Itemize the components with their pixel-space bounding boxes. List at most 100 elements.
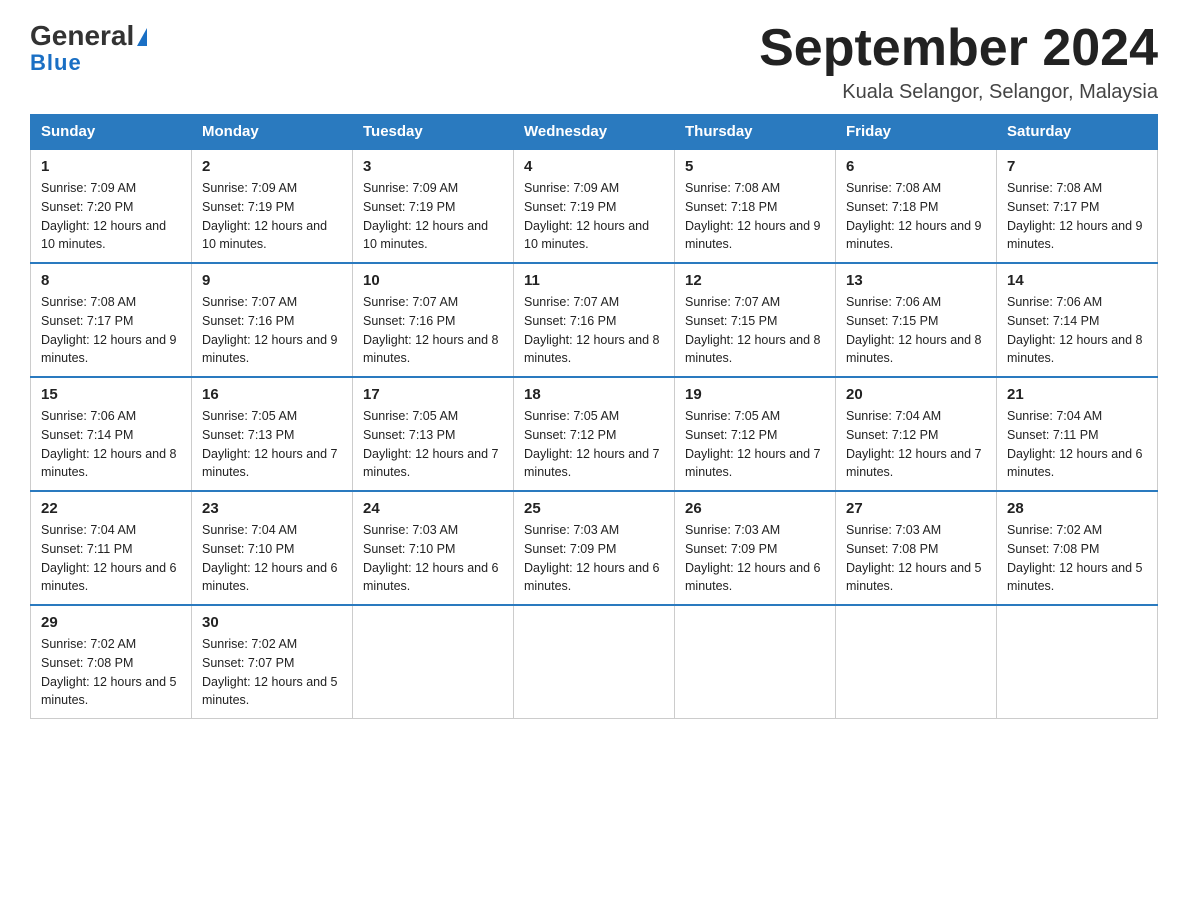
day-info: Sunrise: 7:06 AMSunset: 7:14 PMDaylight:… [1007, 295, 1143, 365]
calendar-day-cell: 19 Sunrise: 7:05 AMSunset: 7:12 PMDaylig… [675, 377, 836, 491]
day-info: Sunrise: 7:03 AMSunset: 7:08 PMDaylight:… [846, 523, 982, 593]
calendar-day-cell [675, 605, 836, 719]
weekday-header-wednesday: Wednesday [514, 115, 675, 150]
logo-general-text: General [30, 20, 134, 52]
day-number: 22 [41, 500, 181, 517]
day-number: 5 [685, 158, 825, 175]
day-info: Sunrise: 7:07 AMSunset: 7:16 PMDaylight:… [202, 295, 338, 365]
location-subtitle: Kuala Selangor, Selangor, Malaysia [759, 81, 1158, 104]
weekday-header-monday: Monday [192, 115, 353, 150]
day-info: Sunrise: 7:09 AMSunset: 7:19 PMDaylight:… [363, 181, 488, 251]
calendar-day-cell [997, 605, 1158, 719]
day-info: Sunrise: 7:05 AMSunset: 7:12 PMDaylight:… [524, 409, 660, 479]
calendar-day-cell: 20 Sunrise: 7:04 AMSunset: 7:12 PMDaylig… [836, 377, 997, 491]
calendar-day-cell: 22 Sunrise: 7:04 AMSunset: 7:11 PMDaylig… [31, 491, 192, 605]
calendar-day-cell: 5 Sunrise: 7:08 AMSunset: 7:18 PMDayligh… [675, 149, 836, 263]
calendar-week-4: 22 Sunrise: 7:04 AMSunset: 7:11 PMDaylig… [31, 491, 1158, 605]
calendar-day-cell: 4 Sunrise: 7:09 AMSunset: 7:19 PMDayligh… [514, 149, 675, 263]
day-number: 11 [524, 272, 664, 289]
day-number: 20 [846, 386, 986, 403]
calendar-week-1: 1 Sunrise: 7:09 AMSunset: 7:20 PMDayligh… [31, 149, 1158, 263]
calendar-day-cell: 16 Sunrise: 7:05 AMSunset: 7:13 PMDaylig… [192, 377, 353, 491]
day-info: Sunrise: 7:02 AMSunset: 7:08 PMDaylight:… [41, 637, 177, 707]
day-number: 2 [202, 158, 342, 175]
day-number: 24 [363, 500, 503, 517]
day-info: Sunrise: 7:05 AMSunset: 7:13 PMDaylight:… [363, 409, 499, 479]
calendar-day-cell: 8 Sunrise: 7:08 AMSunset: 7:17 PMDayligh… [31, 263, 192, 377]
day-number: 27 [846, 500, 986, 517]
day-number: 25 [524, 500, 664, 517]
day-info: Sunrise: 7:02 AMSunset: 7:07 PMDaylight:… [202, 637, 338, 707]
calendar-day-cell: 23 Sunrise: 7:04 AMSunset: 7:10 PMDaylig… [192, 491, 353, 605]
day-info: Sunrise: 7:07 AMSunset: 7:15 PMDaylight:… [685, 295, 821, 365]
calendar-week-3: 15 Sunrise: 7:06 AMSunset: 7:14 PMDaylig… [31, 377, 1158, 491]
title-area: September 2024 Kuala Selangor, Selangor,… [759, 20, 1158, 104]
calendar-day-cell [353, 605, 514, 719]
logo-triangle-icon [137, 28, 147, 46]
day-info: Sunrise: 7:05 AMSunset: 7:13 PMDaylight:… [202, 409, 338, 479]
day-number: 14 [1007, 272, 1147, 289]
day-info: Sunrise: 7:07 AMSunset: 7:16 PMDaylight:… [363, 295, 499, 365]
weekday-header-thursday: Thursday [675, 115, 836, 150]
page-header: General Blue September 2024 Kuala Selang… [30, 20, 1158, 104]
day-number: 16 [202, 386, 342, 403]
day-number: 18 [524, 386, 664, 403]
calendar-day-cell: 26 Sunrise: 7:03 AMSunset: 7:09 PMDaylig… [675, 491, 836, 605]
day-info: Sunrise: 7:04 AMSunset: 7:11 PMDaylight:… [1007, 409, 1143, 479]
calendar-day-cell: 21 Sunrise: 7:04 AMSunset: 7:11 PMDaylig… [997, 377, 1158, 491]
day-info: Sunrise: 7:06 AMSunset: 7:14 PMDaylight:… [41, 409, 177, 479]
day-info: Sunrise: 7:09 AMSunset: 7:20 PMDaylight:… [41, 181, 166, 251]
day-number: 21 [1007, 386, 1147, 403]
calendar-day-cell: 27 Sunrise: 7:03 AMSunset: 7:08 PMDaylig… [836, 491, 997, 605]
calendar-day-cell [836, 605, 997, 719]
day-info: Sunrise: 7:05 AMSunset: 7:12 PMDaylight:… [685, 409, 821, 479]
calendar-day-cell: 2 Sunrise: 7:09 AMSunset: 7:19 PMDayligh… [192, 149, 353, 263]
calendar-day-cell: 13 Sunrise: 7:06 AMSunset: 7:15 PMDaylig… [836, 263, 997, 377]
day-info: Sunrise: 7:09 AMSunset: 7:19 PMDaylight:… [202, 181, 327, 251]
calendar-week-2: 8 Sunrise: 7:08 AMSunset: 7:17 PMDayligh… [31, 263, 1158, 377]
day-number: 9 [202, 272, 342, 289]
day-info: Sunrise: 7:07 AMSunset: 7:16 PMDaylight:… [524, 295, 660, 365]
day-number: 29 [41, 614, 181, 631]
day-info: Sunrise: 7:09 AMSunset: 7:19 PMDaylight:… [524, 181, 649, 251]
calendar-day-cell: 17 Sunrise: 7:05 AMSunset: 7:13 PMDaylig… [353, 377, 514, 491]
day-info: Sunrise: 7:06 AMSunset: 7:15 PMDaylight:… [846, 295, 982, 365]
day-info: Sunrise: 7:08 AMSunset: 7:18 PMDaylight:… [846, 181, 982, 251]
day-number: 7 [1007, 158, 1147, 175]
calendar-day-cell: 29 Sunrise: 7:02 AMSunset: 7:08 PMDaylig… [31, 605, 192, 719]
day-number: 6 [846, 158, 986, 175]
calendar-day-cell: 12 Sunrise: 7:07 AMSunset: 7:15 PMDaylig… [675, 263, 836, 377]
weekday-header-friday: Friday [836, 115, 997, 150]
weekday-header-sunday: Sunday [31, 115, 192, 150]
day-info: Sunrise: 7:08 AMSunset: 7:17 PMDaylight:… [1007, 181, 1143, 251]
calendar-day-cell: 25 Sunrise: 7:03 AMSunset: 7:09 PMDaylig… [514, 491, 675, 605]
weekday-header-saturday: Saturday [997, 115, 1158, 150]
day-info: Sunrise: 7:03 AMSunset: 7:09 PMDaylight:… [524, 523, 660, 593]
calendar-day-cell: 10 Sunrise: 7:07 AMSunset: 7:16 PMDaylig… [353, 263, 514, 377]
day-info: Sunrise: 7:04 AMSunset: 7:12 PMDaylight:… [846, 409, 982, 479]
day-number: 17 [363, 386, 503, 403]
logo: General Blue [30, 20, 147, 76]
day-number: 1 [41, 158, 181, 175]
calendar-day-cell: 9 Sunrise: 7:07 AMSunset: 7:16 PMDayligh… [192, 263, 353, 377]
calendar-day-cell [514, 605, 675, 719]
day-number: 23 [202, 500, 342, 517]
calendar-day-cell: 11 Sunrise: 7:07 AMSunset: 7:16 PMDaylig… [514, 263, 675, 377]
calendar-day-cell: 30 Sunrise: 7:02 AMSunset: 7:07 PMDaylig… [192, 605, 353, 719]
day-number: 15 [41, 386, 181, 403]
day-info: Sunrise: 7:04 AMSunset: 7:11 PMDaylight:… [41, 523, 177, 593]
calendar-week-5: 29 Sunrise: 7:02 AMSunset: 7:08 PMDaylig… [31, 605, 1158, 719]
calendar-day-cell: 1 Sunrise: 7:09 AMSunset: 7:20 PMDayligh… [31, 149, 192, 263]
day-number: 26 [685, 500, 825, 517]
calendar-day-cell: 7 Sunrise: 7:08 AMSunset: 7:17 PMDayligh… [997, 149, 1158, 263]
day-number: 4 [524, 158, 664, 175]
calendar-day-cell: 28 Sunrise: 7:02 AMSunset: 7:08 PMDaylig… [997, 491, 1158, 605]
day-info: Sunrise: 7:08 AMSunset: 7:18 PMDaylight:… [685, 181, 821, 251]
calendar-day-cell: 24 Sunrise: 7:03 AMSunset: 7:10 PMDaylig… [353, 491, 514, 605]
day-number: 3 [363, 158, 503, 175]
day-number: 12 [685, 272, 825, 289]
weekday-header-tuesday: Tuesday [353, 115, 514, 150]
day-number: 13 [846, 272, 986, 289]
calendar-table: SundayMondayTuesdayWednesdayThursdayFrid… [30, 114, 1158, 719]
calendar-day-cell: 15 Sunrise: 7:06 AMSunset: 7:14 PMDaylig… [31, 377, 192, 491]
